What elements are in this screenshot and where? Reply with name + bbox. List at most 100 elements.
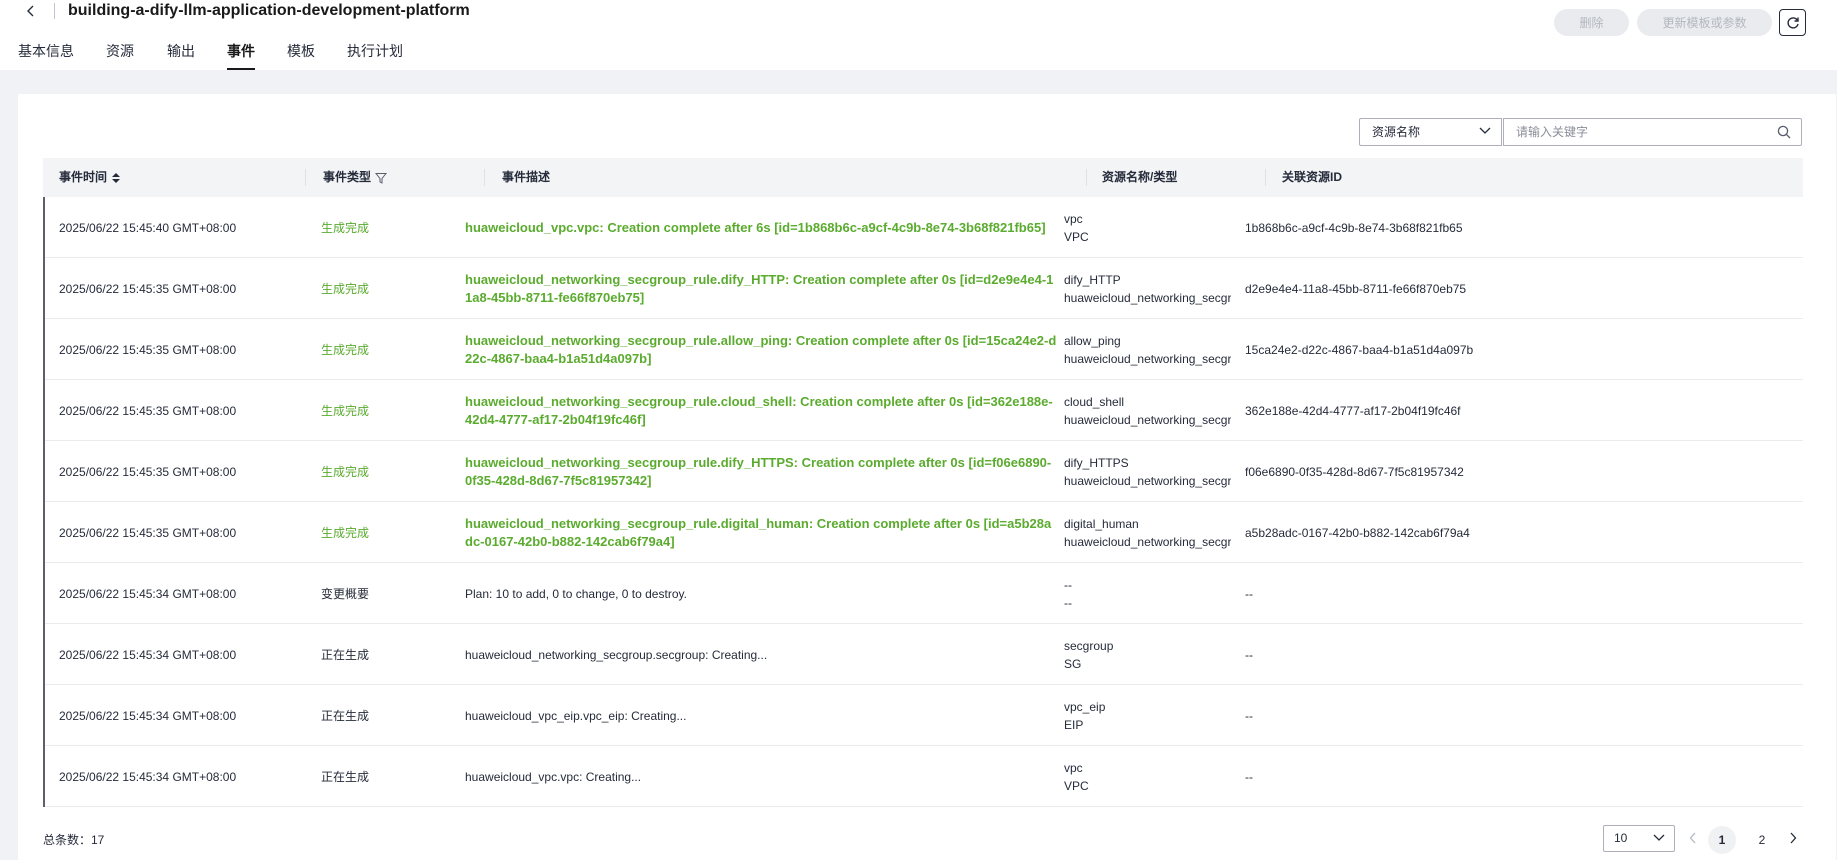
resource-id-cell: --: [1231, 563, 1751, 624]
resource-name: vpc: [1064, 760, 1083, 775]
resource-id: 1b868b6c-a9cf-4c9b-8e74-3b68f821fb65: [1245, 220, 1463, 235]
event-description-cell: huaweicloud_networking_secgroup_rule.all…: [447, 319, 1067, 380]
chevron-down-icon: [1653, 834, 1665, 841]
resource-id-cell: 362e188e-42d4-4777-af17-2b04f19fc46f: [1231, 380, 1751, 441]
event-description-cell: huaweicloud_networking_secgroup_rule.dif…: [447, 441, 1067, 502]
resource-name: --: [1064, 577, 1072, 592]
table-header: 事件时间 事件类型 事件描述 资源名称/类型 关联资源ID: [43, 158, 1803, 197]
column-divider: [305, 169, 306, 186]
event-time: 2025/06/22 15:45:35 GMT+08:00: [59, 525, 237, 540]
filter-field-select[interactable]: 资源名称: [1359, 118, 1502, 146]
event-type: 正在生成: [321, 648, 370, 662]
resource-id-cell: --: [1231, 746, 1751, 807]
event-time-cell: 2025/06/22 15:45:40 GMT+08:00: [45, 197, 307, 258]
resource-id: --: [1245, 647, 1253, 662]
column-header-time-label: 事件时间: [59, 170, 108, 184]
chevron-down-icon: [1479, 127, 1491, 134]
resource-type: --: [1064, 595, 1072, 610]
resource-name: dify_HTTP: [1064, 272, 1121, 287]
page-number-1[interactable]: 1: [1708, 826, 1736, 854]
resource-id: 362e188e-42d4-4777-af17-2b04f19fc46f: [1245, 403, 1461, 418]
resource-cell: cloud_shell huaweicloud_networking_secgro…: [1050, 380, 1231, 441]
event-description: huaweicloud_networking_secgroup_rule.clo…: [465, 393, 1053, 427]
resource-cell: dify_HTTP huaweicloud_networking_secgroup…: [1050, 258, 1231, 319]
event-description: huaweicloud_networking_secgroup_rule.dif…: [465, 454, 1052, 488]
event-description: huaweicloud_vpc_eip.vpc_eip: Creating...: [465, 708, 687, 723]
event-time: 2025/06/22 15:45:40 GMT+08:00: [59, 220, 237, 235]
resource-type: huaweicloud_networking_secgroup_: [1064, 473, 1231, 488]
column-header-time[interactable]: 事件时间: [43, 158, 121, 197]
page-number-2[interactable]: 2: [1748, 826, 1776, 854]
table-row: 2025/06/22 15:45:34 GMT+08:00 正在生成 huaweic…: [45, 746, 1803, 807]
event-type: 生成完成: [321, 526, 370, 540]
filter-field-value: 资源名称: [1372, 125, 1421, 139]
event-time-cell: 2025/06/22 15:45:35 GMT+08:00: [45, 502, 307, 563]
resource-cell: allow_ping huaweicloud_networking_secgrou…: [1050, 319, 1231, 380]
resource-id: a5b28adc-0167-42b0-b882-142cab6f79a4: [1245, 525, 1470, 540]
table-row: 2025/06/22 15:45:34 GMT+08:00 正在生成 huaweic…: [45, 624, 1803, 685]
event-description: huaweicloud_vpc.vpc: Creation complete a…: [465, 219, 1046, 235]
event-time-cell: 2025/06/22 15:45:34 GMT+08:00: [45, 624, 307, 685]
table-row: 2025/06/22 15:45:35 GMT+08:00 生成完成 huaweic…: [45, 441, 1803, 502]
resource-type: VPC: [1064, 778, 1089, 793]
next-page-button[interactable]: [1782, 827, 1804, 849]
event-type: 生成完成: [321, 221, 370, 235]
table-row: 2025/06/22 15:45:35 GMT+08:00 生成完成 huaweic…: [45, 319, 1803, 380]
event-type: 正在生成: [321, 709, 370, 723]
table-row: 2025/06/22 15:45:35 GMT+08:00 生成完成 huaweic…: [45, 502, 1803, 563]
resource-id-cell: a5b28adc-0167-42b0-b882-142cab6f79a4: [1231, 502, 1751, 563]
filter-icon[interactable]: [375, 172, 388, 184]
tab-outputs[interactable]: 输出: [167, 40, 195, 70]
resource-id-cell: 15ca24e2-d22c-4867-baa4-b1a51d4a097b: [1231, 319, 1751, 380]
event-type: 生成完成: [321, 404, 370, 418]
event-type: 生成完成: [321, 343, 370, 357]
column-divider: [484, 169, 485, 186]
prev-page-button[interactable]: [1682, 827, 1704, 849]
update-template-button[interactable]: 更新模板或参数: [1637, 9, 1772, 36]
event-description-cell: huaweicloud_networking_secgroup_rule.dig…: [447, 502, 1067, 563]
event-description-cell: Plan: 10 to add, 0 to change, 0 to destr…: [447, 563, 1067, 624]
event-type: 生成完成: [321, 465, 370, 479]
page-size-select[interactable]: 10: [1603, 825, 1675, 852]
resource-id-cell: --: [1231, 624, 1751, 685]
column-header-resource: 资源名称/类型: [1102, 170, 1178, 184]
event-time: 2025/06/22 15:45:35 GMT+08:00: [59, 281, 237, 296]
column-header-type[interactable]: 事件类型: [307, 158, 388, 197]
tab-resources[interactable]: 资源: [106, 40, 134, 70]
event-type: 变更概要: [321, 587, 370, 601]
chevron-right-icon: [1790, 832, 1797, 844]
resource-name: cloud_shell: [1064, 394, 1125, 409]
delete-button[interactable]: 删除: [1554, 9, 1629, 36]
table-row: 2025/06/22 15:45:34 GMT+08:00 正在生成 huaweic…: [45, 685, 1803, 746]
event-description-cell: huaweicloud_networking_secgroup_rule.dif…: [447, 258, 1067, 319]
column-header-type-label: 事件类型: [323, 170, 372, 184]
resource-type: SG: [1064, 656, 1082, 671]
resource-cell: digital_human huaweicloud_networking_secg…: [1050, 502, 1231, 563]
resource-type: huaweicloud_networking_secgroup_: [1064, 412, 1231, 427]
event-time-cell: 2025/06/22 15:45:35 GMT+08:00: [45, 319, 307, 380]
column-header-description: 事件描述: [502, 170, 551, 184]
back-button[interactable]: [20, 0, 42, 22]
back-arrow-icon: [27, 5, 34, 17]
column-header-resource-id: 关联资源ID: [1282, 170, 1343, 184]
page-size-value: 10: [1614, 831, 1628, 845]
page-title: building-a-dify-llm-application-developm…: [68, 2, 470, 19]
tab-events[interactable]: 事件: [227, 40, 255, 70]
event-time: 2025/06/22 15:45:34 GMT+08:00: [59, 708, 237, 723]
tab-execution-plan[interactable]: 执行计划: [347, 40, 403, 70]
event-description: huaweicloud_vpc.vpc: Creating...: [465, 769, 642, 784]
event-time-cell: 2025/06/22 15:45:34 GMT+08:00: [45, 746, 307, 807]
event-description-cell: huaweicloud_networking_secgroup.secgroup…: [447, 624, 1067, 685]
search-input[interactable]: [1504, 119, 1764, 145]
event-time: 2025/06/22 15:45:35 GMT+08:00: [59, 464, 237, 479]
sort-icon[interactable]: [111, 172, 121, 184]
table-row: 2025/06/22 15:45:40 GMT+08:00 生成完成 huaweic…: [45, 197, 1803, 258]
tab-basic-info[interactable]: 基本信息: [18, 40, 74, 70]
resource-id-cell: d2e9e4e4-11a8-45bb-8711-fe66f870eb75: [1231, 258, 1751, 319]
table-row: 2025/06/22 15:45:35 GMT+08:00 生成完成 huaweic…: [45, 380, 1803, 441]
resource-id: d2e9e4e4-11a8-45bb-8711-fe66f870eb75: [1245, 281, 1467, 296]
event-description: huaweicloud_networking_secgroup_rule.dig…: [465, 515, 1052, 549]
refresh-button[interactable]: [1779, 9, 1806, 36]
search-icon[interactable]: [1777, 125, 1791, 139]
tab-template[interactable]: 模板: [287, 40, 315, 70]
